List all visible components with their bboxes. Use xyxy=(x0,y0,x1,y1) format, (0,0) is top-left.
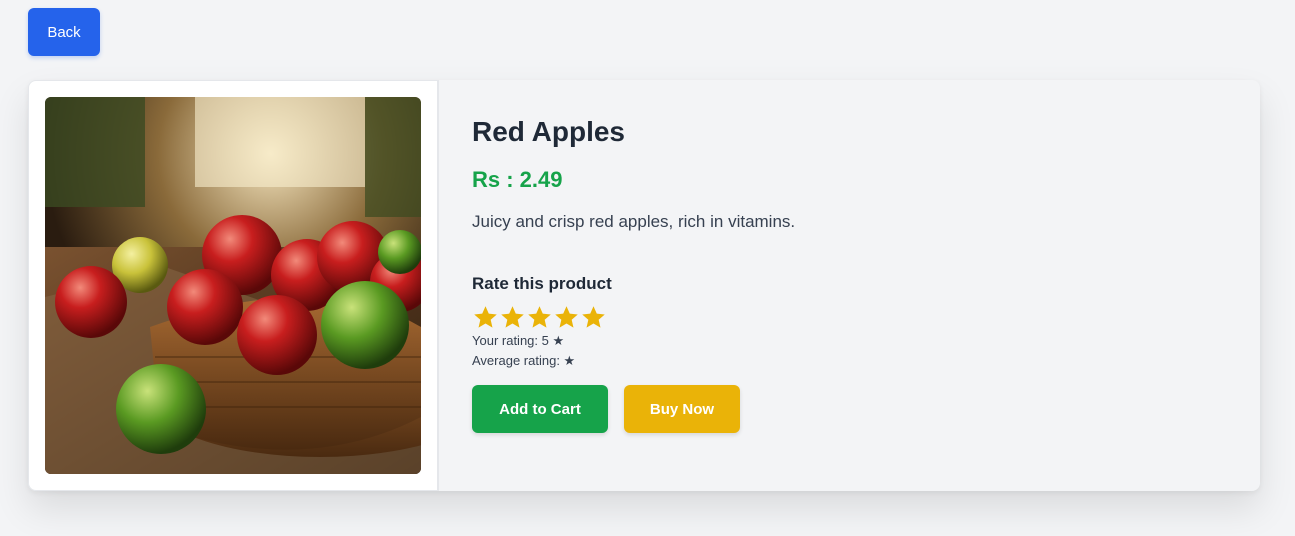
back-button[interactable]: Back xyxy=(28,8,100,56)
star-icon[interactable] xyxy=(499,304,526,331)
average-rating: Average rating: ★ xyxy=(472,353,576,368)
product-card: Red Apples Rs : 2.49 Juicy and crisp red… xyxy=(28,80,1260,491)
rate-heading: Rate this product xyxy=(472,274,612,293)
star-icon[interactable] xyxy=(526,304,553,331)
star-icon[interactable] xyxy=(553,304,580,331)
star-rating[interactable] xyxy=(472,303,1260,331)
your-rating: Your rating: 5 ★ xyxy=(472,333,565,348)
star-icon[interactable] xyxy=(472,304,499,331)
product-price: Rs : 2.49 xyxy=(472,167,563,192)
action-buttons: Add to Cart Buy Now xyxy=(472,385,1260,433)
product-title: Red Apples xyxy=(472,116,625,147)
product-image xyxy=(45,97,421,474)
product-image-panel xyxy=(28,80,438,491)
add-to-cart-button[interactable]: Add to Cart xyxy=(472,385,608,433)
product-details: Red Apples Rs : 2.49 Juicy and crisp red… xyxy=(438,80,1260,491)
product-description: Juicy and crisp red apples, rich in vita… xyxy=(472,212,796,231)
star-icon[interactable] xyxy=(580,304,607,331)
buy-now-button[interactable]: Buy Now xyxy=(624,385,740,433)
